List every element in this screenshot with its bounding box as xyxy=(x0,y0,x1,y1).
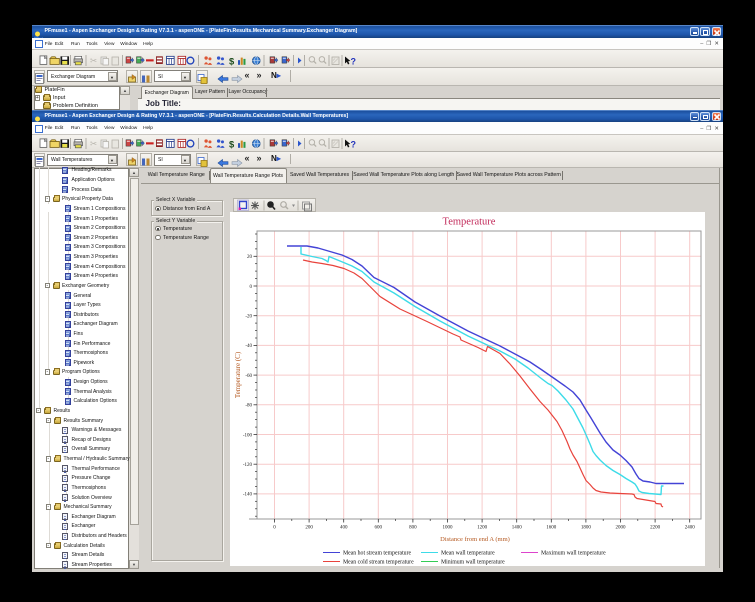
svg-text:2400: 2400 xyxy=(685,526,696,531)
svg-text:Mean hot stream temperature: Mean hot stream temperature xyxy=(343,551,412,557)
svg-text:Temperature: Temperature xyxy=(443,217,496,228)
svg-text:1400: 1400 xyxy=(512,526,523,531)
svg-text:400: 400 xyxy=(340,526,348,531)
svg-text:Temperature (C): Temperature (C) xyxy=(234,351,242,398)
svg-text:1800: 1800 xyxy=(581,526,592,531)
svg-text:0: 0 xyxy=(273,526,276,531)
svg-text:Minimum wall temperature: Minimum wall temperature xyxy=(441,560,505,566)
svg-text:0: 0 xyxy=(250,285,253,290)
svg-text:$: $ xyxy=(229,139,235,149)
svg-text:1000: 1000 xyxy=(443,526,454,531)
svg-text:Mean cold stream temperature: Mean cold stream temperature xyxy=(343,560,414,566)
svg-text:2200: 2200 xyxy=(650,526,661,531)
svg-text:1200: 1200 xyxy=(477,526,488,531)
svg-text:-120: -120 xyxy=(243,463,253,468)
svg-text:800: 800 xyxy=(409,526,417,531)
svg-text:-20: -20 xyxy=(245,315,252,320)
svg-text:20: 20 xyxy=(247,255,253,260)
svg-text:$: $ xyxy=(229,56,235,66)
svg-text:✂: ✂ xyxy=(90,138,98,148)
svg-text:-100: -100 xyxy=(243,433,253,438)
svg-text:Distance from end A (mm): Distance from end A (mm) xyxy=(440,536,510,543)
svg-text:Mean wall temperature: Mean wall temperature xyxy=(441,551,495,557)
svg-text:-80: -80 xyxy=(245,404,252,409)
svg-text:2000: 2000 xyxy=(616,526,627,531)
svg-text:✂: ✂ xyxy=(90,56,98,66)
svg-text:-140: -140 xyxy=(243,493,253,498)
svg-text:-40: -40 xyxy=(245,344,252,349)
svg-text:600: 600 xyxy=(375,526,383,531)
svg-text:?: ? xyxy=(351,139,357,149)
svg-text:Maximum wall temperature: Maximum wall temperature xyxy=(541,551,606,557)
svg-text:200: 200 xyxy=(305,526,313,531)
svg-text:-60: -60 xyxy=(245,374,252,379)
svg-text:1600: 1600 xyxy=(546,526,557,531)
svg-text:?: ? xyxy=(351,57,357,67)
